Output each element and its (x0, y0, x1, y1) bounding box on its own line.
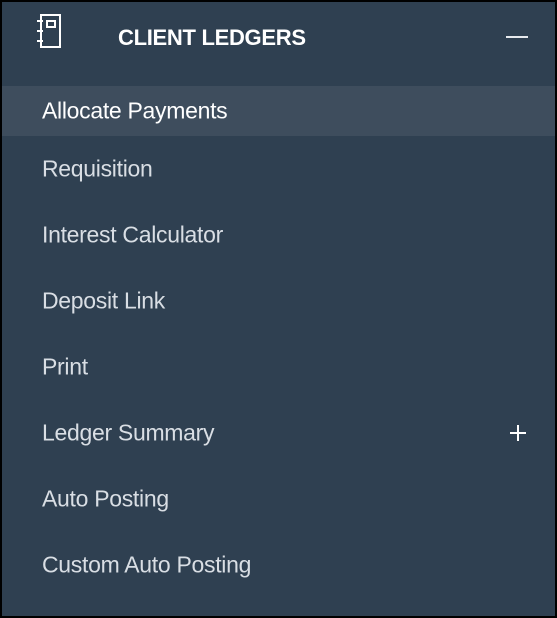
menu-item-label: Print (42, 353, 88, 380)
minus-icon[interactable] (506, 36, 528, 38)
menu-item-print[interactable]: Print (2, 334, 555, 400)
menu-item-label: Ledger Summary (42, 419, 215, 446)
ledger-book-icon (35, 13, 63, 49)
menu-item-allocate-payments[interactable]: Allocate Payments (2, 86, 555, 136)
menu-item-label: Requisition (42, 155, 153, 182)
menu-item-label: Allocate Payments (42, 97, 228, 124)
menu-item-label: Custom Auto Posting (42, 551, 252, 578)
menu-item-ledger-summary[interactable]: Ledger Summary (2, 400, 555, 466)
menu-item-deposit-link[interactable]: Deposit Link (2, 268, 555, 334)
section-header[interactable]: CLIENT LEDGERS (2, 2, 555, 80)
ledger-menu: Allocate Payments Requisition Interest C… (2, 86, 555, 598)
menu-item-label: Auto Posting (42, 485, 169, 512)
menu-item-custom-auto-posting[interactable]: Custom Auto Posting (2, 532, 555, 598)
menu-item-requisition[interactable]: Requisition (2, 136, 555, 202)
menu-item-auto-posting[interactable]: Auto Posting (2, 466, 555, 532)
menu-item-label: Interest Calculator (42, 221, 223, 248)
menu-item-label: Deposit Link (42, 287, 165, 314)
client-ledgers-panel: CLIENT LEDGERS Allocate Payments Requisi… (0, 0, 557, 618)
plus-icon[interactable] (509, 424, 527, 442)
menu-item-interest-calculator[interactable]: Interest Calculator (2, 202, 555, 268)
section-title: CLIENT LEDGERS (118, 25, 306, 50)
